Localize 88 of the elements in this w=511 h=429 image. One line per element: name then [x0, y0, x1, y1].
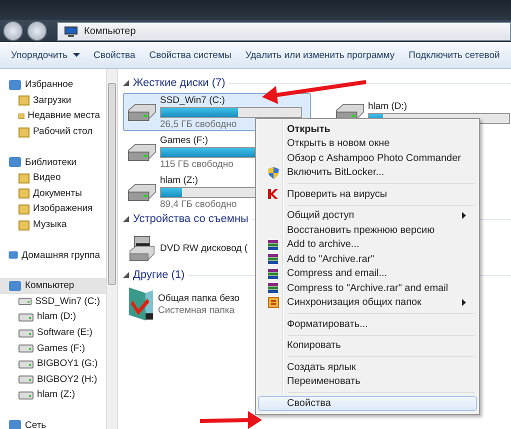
menu-item[interactable]: Add to "Archive.rar"	[258, 252, 477, 266]
submenu-arrow-icon	[462, 212, 466, 220]
toolbar-button[interactable]: Свойства системы	[142, 46, 238, 64]
sidebar-drive[interactable]: BIGBOY2 (H:)	[0, 372, 106, 388]
sidebar-drive[interactable]: Software (E:)	[0, 324, 106, 340]
sidebar-drive[interactable]: hlam (D:)	[0, 309, 106, 325]
item-name: SSD_Win7 (C:)	[160, 94, 226, 106]
folder-sync-icon	[268, 297, 278, 308]
menu-item[interactable]: Открыть в новом окне	[258, 136, 477, 151]
drive-icon	[18, 328, 34, 338]
menu-item[interactable]: Включить BitLocker...	[258, 166, 477, 180]
hard-drive-icon	[128, 104, 156, 120]
drive-icon	[18, 358, 34, 369]
sidebar-item[interactable]: Недавние места	[0, 108, 106, 124]
section-icon	[8, 419, 22, 429]
menu-item[interactable]: Compress and email...	[258, 266, 477, 281]
group-header[interactable]: Другие (1)	[133, 269, 185, 281]
menu-item[interactable]: Синхронизация общих папок	[258, 296, 477, 310]
sidebar-section[interactable]: Сеть	[0, 418, 106, 429]
annotation-arrow	[200, 411, 262, 429]
sidebar-item[interactable]: Музыка	[0, 216, 106, 232]
menu-item[interactable]: Восстановить прежнюю версию	[258, 223, 477, 238]
menu-item[interactable]: Создать ярлык	[258, 360, 477, 374]
toolbar-button[interactable]: Свойства	[86, 46, 142, 64]
collapse-triangle-icon[interactable]	[123, 272, 129, 278]
sidebar-section[interactable]: Библиотеки	[0, 154, 106, 170]
dvd-drive-icon	[128, 236, 156, 260]
item-detail: Системная папка	[158, 304, 236, 316]
books-icon	[267, 282, 279, 294]
group-header[interactable]: Устройства со съемны	[133, 213, 248, 225]
back-button[interactable]	[3, 21, 23, 41]
sidebar-item[interactable]: Рабочий стол	[0, 124, 106, 140]
drive-icon	[18, 296, 32, 306]
item-name: hlam (D:)	[368, 100, 408, 112]
sidebar-drive[interactable]: hlam (Z:)	[0, 387, 106, 403]
hard-drive-icon	[128, 184, 156, 200]
submenu-arrow-icon	[462, 299, 466, 306]
sidebar-drive[interactable]: SSD_Win7 (C:)	[0, 294, 106, 310]
item-name: DVD RW дисковод (	[160, 242, 248, 254]
computer-icon	[64, 26, 78, 36]
section-icon	[8, 249, 19, 262]
drive-icon	[18, 390, 34, 400]
hard-drive-icon	[128, 144, 156, 160]
sidebar-item[interactable]: Видео	[0, 170, 106, 186]
menu-item[interactable]: Проверить на вирусы	[258, 187, 477, 202]
drive-icon	[18, 312, 34, 322]
books-icon	[267, 238, 279, 251]
sidebar-item[interactable]: Документы	[0, 186, 106, 202]
forward-button[interactable]	[27, 21, 47, 41]
sidebar-section[interactable]: Избранное	[0, 77, 106, 93]
menu-item[interactable]: Форматировать...	[258, 317, 477, 332]
menu-item[interactable]: Общий доступ	[258, 208, 477, 223]
caret-icon	[72, 53, 80, 57]
books-icon	[267, 253, 279, 266]
sidebar-section[interactable]: Домашняя группа	[0, 247, 106, 263]
sidebar-item[interactable]: Изображения	[0, 201, 106, 217]
section-icon	[8, 280, 22, 292]
item-name: Общая папка безо	[158, 292, 240, 304]
group-header[interactable]: Жесткие диски (7)	[133, 77, 226, 89]
scrollbar-thumb[interactable]	[108, 83, 116, 285]
drive-icon	[18, 374, 34, 384]
sidebar-item[interactable]: Загрузки	[0, 92, 106, 108]
menu-item[interactable]: Compress to "Archive.rar" and email	[258, 281, 477, 296]
menu-item[interactable]: Копировать	[258, 338, 477, 353]
sidebar-drive[interactable]: BIGBOY1 (G:)	[0, 356, 106, 372]
toolbar-button[interactable]: Удалить или изменить программу	[238, 46, 402, 64]
item-detail: 26,5 ГБ свободно	[160, 118, 238, 130]
toolbar-button[interactable]: Подключить сетевой	[402, 46, 507, 64]
section-icon	[8, 156, 22, 168]
menu-item[interactable]: Add to archive...	[258, 238, 477, 252]
collapse-triangle-icon[interactable]	[123, 80, 129, 86]
address-path[interactable]: Компьютер	[84, 26, 136, 36]
drive-icon	[18, 343, 34, 354]
books-icon	[267, 268, 279, 280]
collapse-triangle-icon[interactable]	[123, 216, 129, 222]
sidebar-section[interactable]: Компьютер	[0, 278, 106, 294]
antivirus-icon	[267, 188, 279, 200]
address-field[interactable]: Компьютер	[57, 22, 511, 40]
sidebar-drive[interactable]: Games (F:)	[0, 340, 106, 356]
shield-icon	[266, 166, 280, 180]
menu-item[interactable]: Обзор с Ashampoo Photo Commander	[258, 151, 477, 166]
menu-item[interactable]: Переименовать	[258, 374, 477, 389]
item-name: hlam (Z:)	[160, 174, 199, 186]
menu-item[interactable]: Свойства	[258, 396, 477, 410]
section-icon	[8, 78, 22, 91]
scrollbar[interactable]	[106, 69, 118, 429]
toolbar-button[interactable]: Упорядочить	[4, 46, 87, 64]
item-detail: 89,4 ГБ свободно	[160, 198, 238, 210]
